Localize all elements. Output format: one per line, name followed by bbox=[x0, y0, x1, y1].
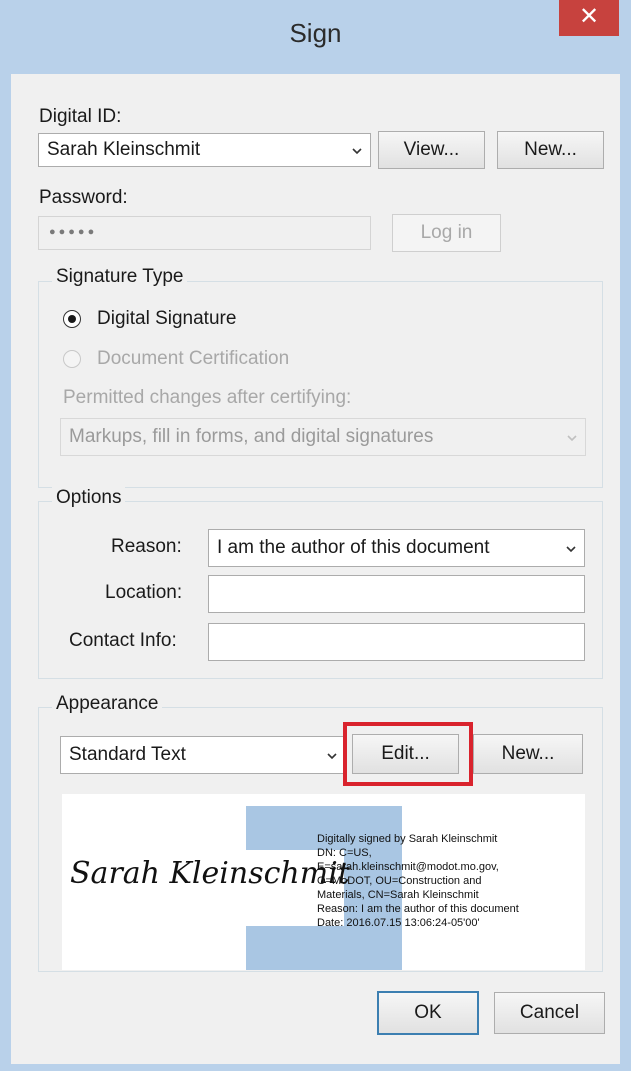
password-masked-value: ●●●●● bbox=[49, 226, 98, 238]
ok-button[interactable]: OK bbox=[377, 991, 479, 1035]
close-icon: ✕ bbox=[578, 3, 600, 30]
location-label: Location: bbox=[105, 582, 183, 603]
appearance-legend: Appearance bbox=[52, 693, 163, 715]
password-label: Password: bbox=[39, 187, 128, 208]
document-certification-label[interactable]: Document Certification bbox=[97, 348, 289, 370]
location-field[interactable] bbox=[208, 575, 585, 613]
appearance-selected-value: Standard Text bbox=[69, 744, 186, 765]
digital-id-label: Digital ID: bbox=[39, 106, 122, 127]
reason-select[interactable]: I am the author of this document bbox=[208, 529, 585, 567]
options-legend: Options bbox=[52, 487, 126, 509]
digital-id-select[interactable]: Sarah Kleinschmit bbox=[38, 133, 371, 167]
handwritten-signature: Sarah Kleinschmit bbox=[70, 856, 350, 891]
contact-info-label: Contact Info: bbox=[69, 630, 177, 651]
appearance-preview: Sarah Kleinschmit Digitally signed by Sa… bbox=[62, 794, 585, 970]
digital-id-selected-value: Sarah Kleinschmit bbox=[47, 139, 201, 160]
log-in-button[interactable]: Log in bbox=[392, 214, 501, 252]
view-digital-id-button[interactable]: View... bbox=[378, 131, 485, 169]
chevron-down-icon bbox=[567, 435, 577, 442]
chevron-down-icon bbox=[566, 546, 576, 553]
cancel-button[interactable]: Cancel bbox=[494, 992, 605, 1034]
highlight-box bbox=[343, 722, 473, 786]
new-appearance-button[interactable]: New... bbox=[473, 734, 583, 774]
digital-signature-radio[interactable] bbox=[63, 310, 81, 328]
chevron-down-icon bbox=[327, 753, 337, 760]
new-digital-id-button[interactable]: New... bbox=[497, 131, 604, 169]
reason-label: Reason: bbox=[111, 536, 182, 557]
document-certification-radio[interactable] bbox=[63, 350, 81, 368]
digital-signature-label[interactable]: Digital Signature bbox=[97, 308, 236, 330]
appearance-select[interactable]: Standard Text bbox=[60, 736, 346, 774]
contact-info-field[interactable] bbox=[208, 623, 585, 661]
permitted-changes-select[interactable]: Markups, fill in forms, and digital sign… bbox=[60, 418, 586, 456]
chevron-down-icon bbox=[352, 148, 362, 155]
close-button[interactable]: ✕ bbox=[559, 0, 619, 36]
sign-dialog: Sign ✕ Digital ID: Sarah Kleinschmit Vie… bbox=[0, 0, 631, 1071]
reason-value: I am the author of this document bbox=[217, 537, 490, 558]
permitted-changes-label: Permitted changes after certifying: bbox=[63, 387, 352, 408]
title-bar[interactable]: Sign ✕ bbox=[0, 0, 631, 74]
signature-type-legend: Signature Type bbox=[52, 266, 188, 288]
dialog-title: Sign bbox=[289, 18, 342, 48]
dialog-body: Digital ID: Sarah Kleinschmit View... Ne… bbox=[11, 74, 620, 1064]
signature-details-text: Digitally signed by Sarah Kleinschmit DN… bbox=[317, 833, 519, 929]
permitted-changes-value: Markups, fill in forms, and digital sign… bbox=[69, 426, 434, 447]
password-field[interactable]: ●●●●● bbox=[38, 216, 371, 250]
